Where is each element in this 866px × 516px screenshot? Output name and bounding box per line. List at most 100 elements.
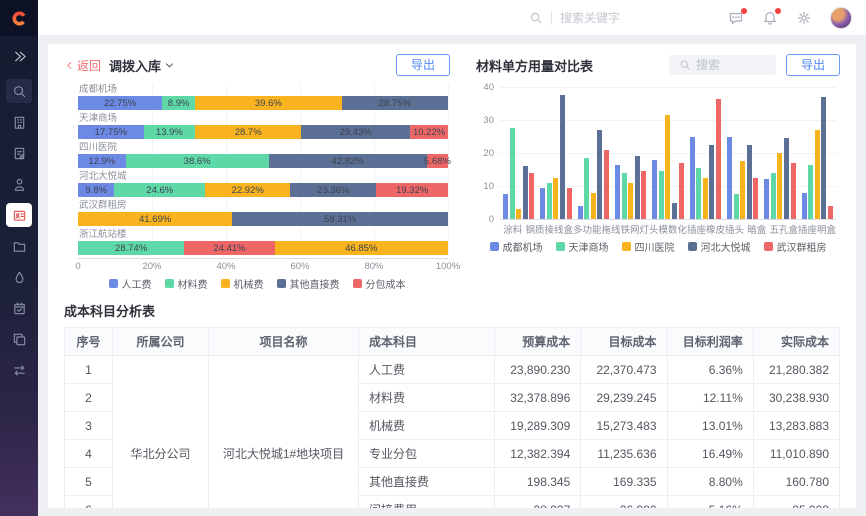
bar: [567, 188, 572, 219]
x-axis-category-label: 插座明盒: [798, 222, 836, 236]
table-header-cell: 预算成本: [495, 328, 581, 356]
stacked-bar: 12.9%38.6%42.82%5.68%: [78, 154, 448, 168]
legend-swatch-icon: [353, 279, 362, 288]
x-axis-category-label: 铁网灯头: [620, 222, 658, 236]
table-cell: 15,273.483: [581, 412, 667, 440]
notifications-button[interactable]: [762, 10, 778, 26]
bar-segment: 22.75%: [78, 96, 162, 110]
table-cell: 169.335: [581, 468, 667, 496]
bar-group: [724, 137, 761, 220]
bar-segment: 39.6%: [195, 96, 342, 110]
bar-segment: 13.9%: [144, 125, 195, 139]
legend-swatch-icon: [556, 242, 565, 251]
app-window: 返回 调拨入库 导出 成都机场22.75%8.9%39.6%28.75%天津商场…: [0, 0, 866, 516]
sidebar-item-document-icon[interactable]: [6, 141, 32, 165]
transfer-inbound-panel: 返回 调拨入库 导出 成都机场22.75%8.9%39.6%28.75%天津商场…: [64, 52, 450, 291]
x-axis-category-label: 多功能拖线: [573, 222, 621, 236]
project-cell: 河北大悦城1#地块项目: [209, 356, 359, 509]
sidebar-item-folder-icon[interactable]: [6, 234, 32, 258]
legend-item[interactable]: 人工费: [109, 276, 152, 291]
bar-segment: 9.8%: [78, 183, 114, 197]
chevron-down-icon: [164, 60, 175, 71]
bar: [740, 161, 745, 219]
sidebar-item-calendar-icon[interactable]: [6, 296, 32, 320]
legend-label: 成都机场: [503, 239, 543, 254]
table-header-cell: 项目名称: [209, 328, 359, 356]
table-cell: 13,283.883: [753, 412, 839, 440]
bar: [652, 160, 657, 219]
bar: [808, 165, 813, 219]
bar: [777, 153, 782, 219]
sidebar-item-approver-icon[interactable]: [6, 172, 32, 196]
bar: [716, 99, 721, 219]
export-button-left[interactable]: 导出: [396, 54, 450, 76]
search-icon[interactable]: [529, 11, 543, 25]
bar: [791, 163, 796, 219]
table-cell: 材料费: [359, 384, 495, 412]
stacked-bar: 9.8%24.6%22.92%23.36%19.32%: [78, 183, 448, 197]
bar: [815, 130, 820, 219]
table-header-cell: 所属公司: [113, 328, 209, 356]
table-cell: 机械费: [359, 412, 495, 440]
back-button[interactable]: 返回: [64, 57, 101, 74]
bar: [584, 158, 589, 219]
legend-item[interactable]: 机械费: [221, 276, 264, 291]
legend-item[interactable]: 其他直接费: [277, 276, 340, 291]
bar-group: [799, 97, 836, 219]
export-button-right[interactable]: 导出: [786, 54, 840, 76]
bar-segment: 24.41%: [184, 241, 274, 255]
legend-item[interactable]: 分包成本: [353, 276, 406, 291]
legend-item[interactable]: 材料费: [165, 276, 208, 291]
legend-label: 材料费: [178, 276, 208, 291]
sidebar-item-idcard-icon[interactable]: [6, 203, 32, 227]
page-title-dropdown[interactable]: 调拨入库: [109, 56, 175, 75]
sidebar-item-search-icon[interactable]: [6, 79, 32, 103]
bar: [628, 183, 633, 219]
cost-analysis-section: 成本科目分析表 序号所属公司项目名称成本科目预算成本目标成本目标利润率实际成本 …: [64, 301, 840, 508]
search-icon: [679, 59, 691, 71]
table-cell: 4: [65, 440, 113, 468]
legend-swatch-icon: [221, 279, 230, 288]
table-header-cell: 目标成本: [581, 328, 667, 356]
sidebar-item-transfer-icon[interactable]: [6, 358, 32, 382]
notification-badge: [775, 8, 781, 14]
bar: [553, 178, 558, 219]
legend-item[interactable]: 武汉群租房: [764, 239, 827, 254]
x-axis-category-label: 模数化插座: [659, 222, 707, 236]
bar-row: 天津商场17.75%13.9%28.7%29.43%10.22%: [78, 113, 448, 139]
legend-swatch-icon: [764, 242, 773, 251]
legend-label: 四川医院: [635, 239, 675, 254]
table-cell: 12,382.394: [495, 440, 581, 468]
sidebar-item-drop-icon[interactable]: [6, 265, 32, 289]
sidebar-item-building-icon[interactable]: [6, 110, 32, 134]
bar-segment: 38.6%: [126, 154, 269, 168]
x-axis-category-label: 橡皮插头: [706, 222, 744, 236]
bar: [753, 178, 758, 219]
sidebar-item-expand-icon[interactable]: [6, 44, 32, 68]
legend-item[interactable]: 河北大悦城: [688, 239, 751, 254]
messages-button[interactable]: [728, 10, 744, 26]
gridline: [448, 84, 449, 255]
bar: [510, 128, 515, 219]
sidebar-item-copy-icon[interactable]: [6, 327, 32, 351]
legend-item[interactable]: 四川医院: [622, 239, 675, 254]
table-row: 1华北分公司河北大悦城1#地块项目人工费23,890.23022,370.473…: [65, 356, 840, 384]
chart-search-input[interactable]: [696, 58, 766, 72]
bar: [591, 193, 596, 219]
user-avatar[interactable]: [830, 7, 852, 29]
legend-swatch-icon: [622, 242, 631, 251]
right-panel-header: 材料单方用量对比表 导出: [476, 52, 840, 78]
settings-button[interactable]: [796, 10, 812, 26]
bar-group: [575, 130, 612, 219]
global-search-input[interactable]: [560, 11, 670, 25]
bar-segment: 10.22%: [410, 125, 448, 139]
app-logo[interactable]: [0, 0, 38, 36]
legend-item[interactable]: 天津商场: [556, 239, 609, 254]
bar: [635, 156, 640, 219]
legend-item[interactable]: 成都机场: [490, 239, 543, 254]
table-cell: 6: [65, 496, 113, 509]
bar: [696, 168, 701, 219]
bar-segment: 22.92%: [205, 183, 290, 197]
table-cell: 29,239.245: [581, 384, 667, 412]
table-cell: 12.11%: [667, 384, 753, 412]
